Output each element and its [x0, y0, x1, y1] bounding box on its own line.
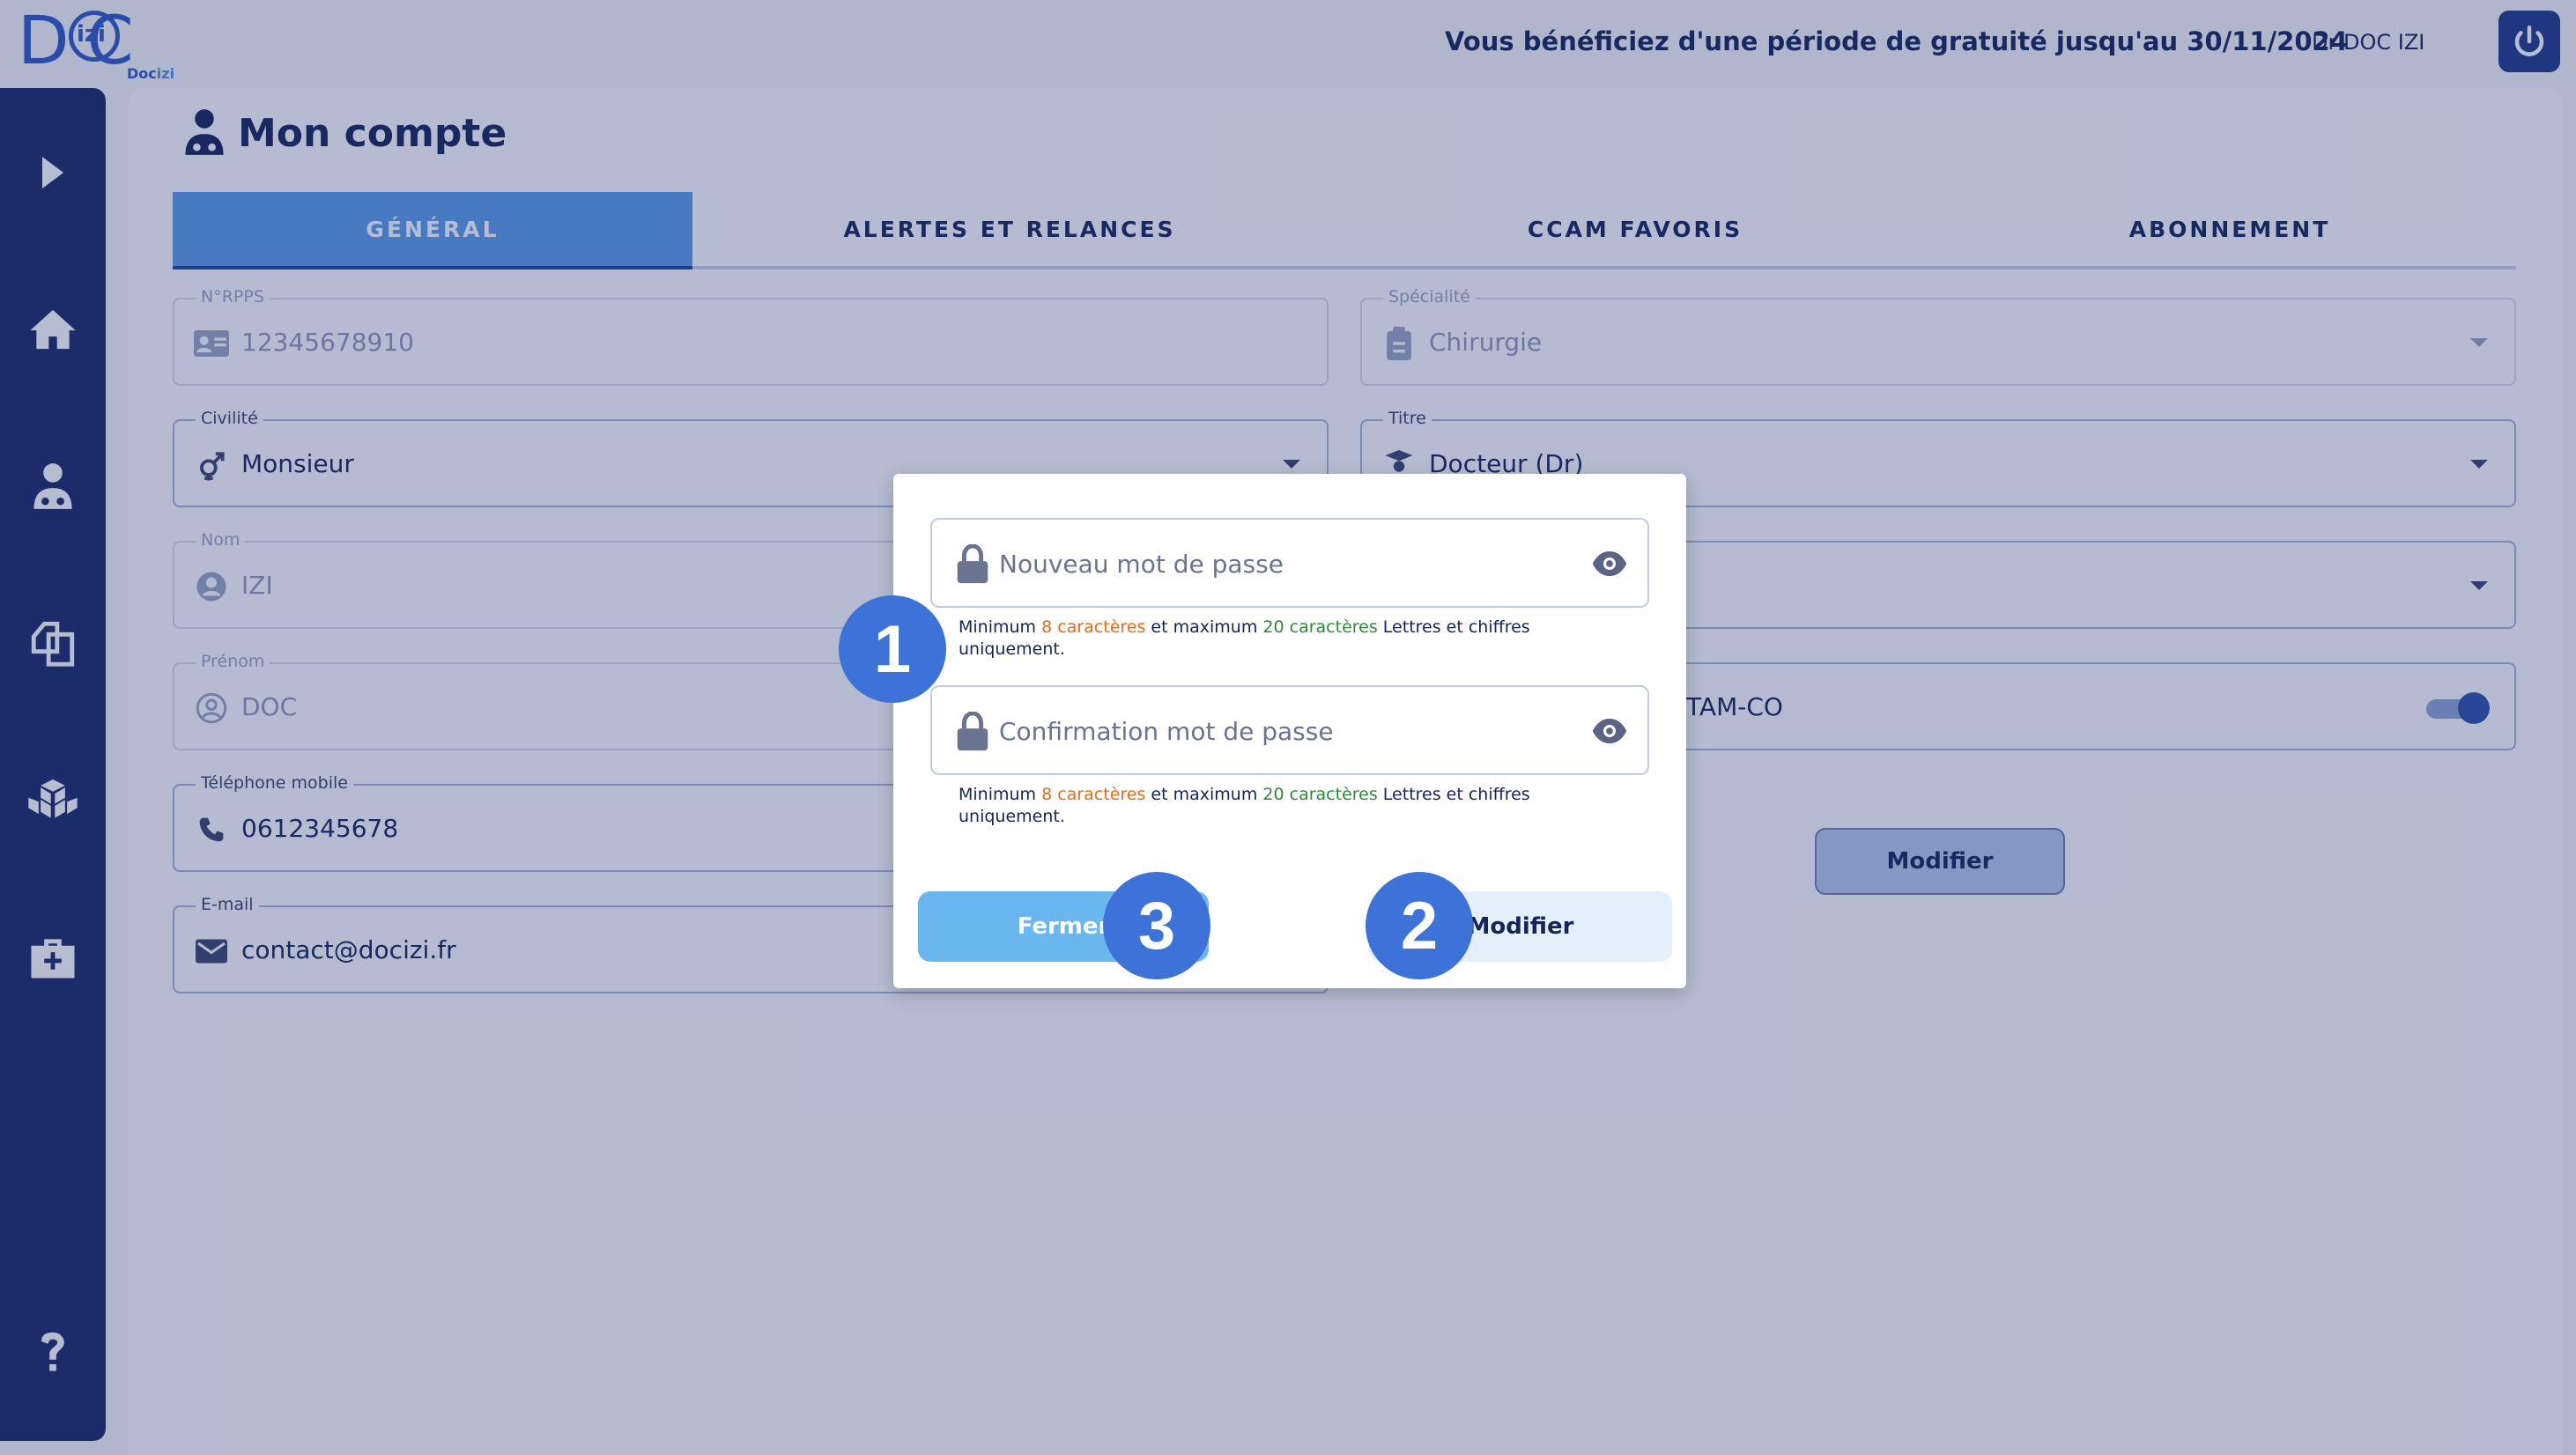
- hint-min-n: 8: [1041, 617, 1053, 637]
- confirm-password-hint: Minimum 8 caractères et maximum 20 carac…: [959, 784, 1575, 828]
- lock-icon: [957, 544, 988, 584]
- hint-min: Minimum: [959, 617, 1037, 637]
- callout-1: 1: [839, 595, 946, 703]
- new-password-hint: Minimum 8 caractères et maximum 20 carac…: [959, 617, 1575, 661]
- lock-icon: [957, 712, 988, 751]
- eye-icon[interactable]: [1591, 550, 1628, 578]
- eye-icon[interactable]: [1591, 717, 1628, 745]
- change-password-modal: Nouveau mot de passe Minimum 8 caractère…: [893, 474, 1686, 988]
- hint-chars1: caractères: [1057, 617, 1146, 637]
- confirm-password-placeholder: Confirmation mot de passe: [999, 717, 1334, 746]
- callout-2: 2: [1366, 872, 1473, 979]
- hint-chars1: caractères: [1057, 785, 1146, 804]
- hint-and-max: et maximum: [1151, 785, 1258, 804]
- callout-3: 3: [1103, 872, 1210, 979]
- hint-max-n: 20: [1262, 617, 1284, 637]
- confirm-password-input[interactable]: Confirmation mot de passe: [930, 685, 1649, 775]
- new-password-placeholder: Nouveau mot de passe: [999, 550, 1284, 579]
- hint-min: Minimum: [959, 785, 1037, 804]
- hint-min-n: 8: [1041, 785, 1053, 804]
- hint-max-n: 20: [1262, 785, 1284, 804]
- hint-and-max: et maximum: [1151, 617, 1258, 637]
- new-password-input[interactable]: Nouveau mot de passe: [930, 518, 1649, 608]
- hint-chars2: caractères: [1289, 785, 1378, 804]
- hint-chars2: caractères: [1289, 617, 1378, 637]
